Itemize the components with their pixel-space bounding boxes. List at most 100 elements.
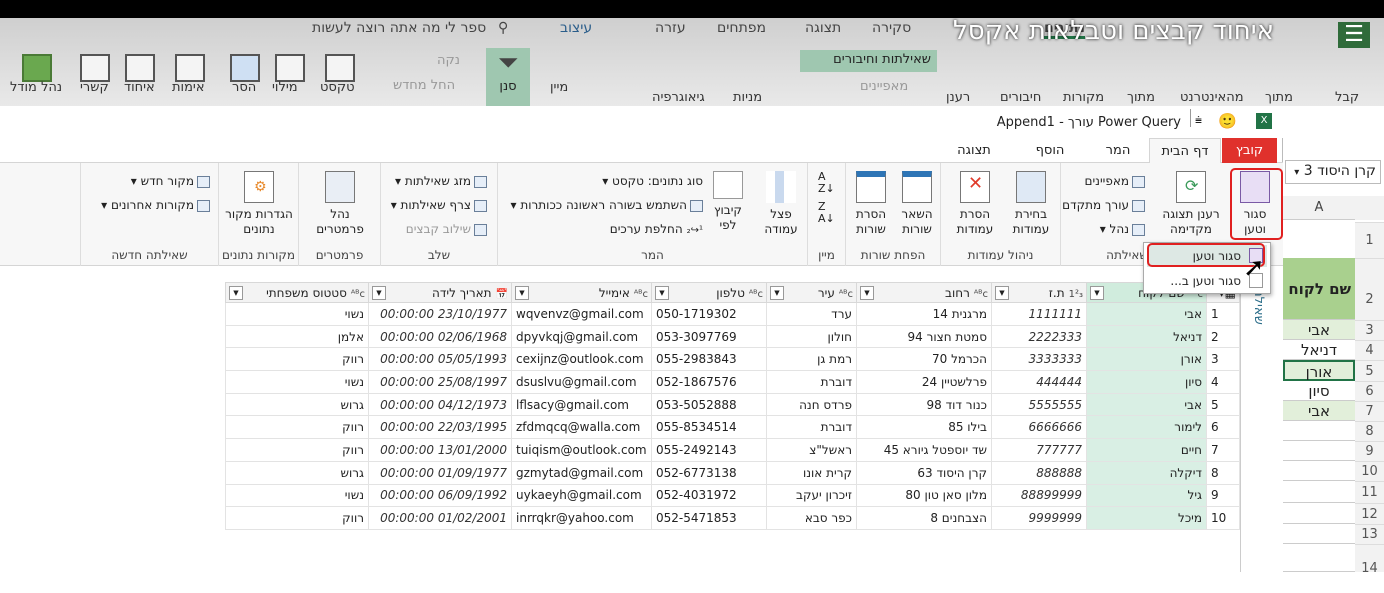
- sort-ascending-icon[interactable]: A Z↓: [818, 171, 835, 195]
- column-header[interactable]: ᴬᴮc רחוב ▼: [856, 282, 992, 303]
- table-cell[interactable]: קרית אונו: [766, 460, 857, 485]
- table-cell[interactable]: לימור: [1086, 415, 1207, 440]
- row-number[interactable]: 9: [1206, 483, 1240, 508]
- advanced-editor-button[interactable]: עורך מתקדם: [1062, 198, 1145, 212]
- data-validation-button[interactable]: אימות: [172, 80, 205, 95]
- table-cell[interactable]: tuiqism@outlook.com: [511, 438, 652, 462]
- cell-a[interactable]: [1283, 544, 1355, 572]
- table-cell[interactable]: 777777: [991, 438, 1087, 462]
- cell-a[interactable]: שם לקוח: [1283, 258, 1355, 320]
- table-cell[interactable]: רווק: [225, 438, 369, 462]
- table-cell[interactable]: ערד: [766, 302, 857, 326]
- filter-dropdown-icon[interactable]: ▼: [770, 285, 784, 300]
- table-cell[interactable]: סיון: [1086, 370, 1207, 394]
- table-cell[interactable]: 444444: [991, 370, 1087, 394]
- table-cell[interactable]: מיכל: [1086, 506, 1207, 530]
- row-number[interactable]: 7: [1206, 438, 1240, 462]
- select-all-corner[interactable]: [1355, 196, 1384, 220]
- append-queries-button[interactable]: צרף שאילתות ▾: [391, 198, 487, 212]
- combine-files-button[interactable]: שילוב קבצים: [406, 222, 487, 236]
- filter-dropdown-icon[interactable]: ▼: [515, 285, 529, 300]
- table-cell[interactable]: wqvenvz@gmail.com: [511, 302, 652, 326]
- cell-a[interactable]: דניאל: [1283, 340, 1355, 360]
- row-header[interactable]: 5: [1355, 360, 1384, 381]
- data-source-settings-button[interactable]: ⚙ הגדרות מקור נתונים: [223, 171, 295, 237]
- table-cell[interactable]: 052-6773138: [651, 460, 767, 485]
- table-cell[interactable]: דוברת: [766, 415, 857, 440]
- table-cell[interactable]: הצבחנים 8: [856, 506, 992, 530]
- existing-connections-button[interactable]: חיבורים: [1000, 90, 1041, 105]
- refresh-preview-button[interactable]: ⟳ רענן תצוגה מקדימה: [1156, 171, 1226, 237]
- table-cell[interactable]: רווק: [225, 415, 369, 440]
- from-text-button[interactable]: מתוך: [1265, 90, 1293, 105]
- type-icon-abc[interactable]: ᴬᴮc: [974, 289, 988, 300]
- table-cell[interactable]: 05/05/1993 00:00:00: [368, 347, 512, 372]
- replace-values-button[interactable]: ¹↪₂ החלפת ערכים: [610, 222, 703, 236]
- column-header[interactable]: ᴬᴮc אימייל ▼: [511, 282, 652, 303]
- manage-parameters-button[interactable]: נהל פרמטרים: [305, 171, 375, 237]
- table-cell[interactable]: דוברת: [766, 370, 857, 394]
- keep-rows-button[interactable]: השאר שורות: [896, 171, 938, 237]
- column-header[interactable]: ᴬᴮc עיר ▼: [766, 282, 857, 303]
- column-header[interactable]: 1²₃ ת.ז ▼: [991, 282, 1087, 303]
- recent-sources-button[interactable]: מקורות: [1063, 90, 1104, 105]
- table-cell[interactable]: 01/02/2001 00:00:00: [368, 506, 512, 530]
- get-data-button[interactable]: קבל: [1335, 90, 1359, 105]
- table-cell[interactable]: גיל: [1086, 483, 1207, 508]
- table-cell[interactable]: ראשל"צ: [766, 438, 857, 462]
- clear-button[interactable]: נקה: [437, 53, 460, 68]
- table-cell[interactable]: דניאל: [1086, 324, 1207, 349]
- type-icon-abc[interactable]: ᴬᴮc: [634, 289, 648, 300]
- filter-dropdown-icon[interactable]: ▼: [860, 285, 874, 300]
- recent-sources-button[interactable]: מקורות אחרונים ▾: [101, 198, 210, 212]
- table-cell[interactable]: אבי: [1086, 392, 1207, 417]
- excel-tab-design[interactable]: עיצוב: [560, 20, 592, 36]
- row-header[interactable]: 14: [1355, 544, 1384, 576]
- row-number[interactable]: 5: [1206, 392, 1240, 417]
- name-box[interactable]: קרן היסוד 3 ▾: [1285, 160, 1381, 184]
- table-cell[interactable]: dpyvkqj@gmail.com: [511, 324, 652, 349]
- cell-a[interactable]: אורן: [1283, 360, 1355, 381]
- table-cell[interactable]: דיקלה: [1086, 460, 1207, 485]
- tab-transform[interactable]: המר: [1093, 138, 1143, 163]
- manage-model-button[interactable]: נהל מודל: [10, 80, 62, 95]
- table-cell[interactable]: כפר סבא: [766, 506, 857, 530]
- type-icon-abc[interactable]: ᴬᴮc: [351, 289, 365, 300]
- stocks-button[interactable]: מניות: [733, 90, 762, 105]
- flash-fill-button[interactable]: מילוי: [272, 80, 298, 95]
- table-cell[interactable]: שד יוספטל גיורא 45: [856, 438, 992, 462]
- smiley-feedback-icon[interactable]: 🙂: [1218, 112, 1237, 130]
- table-cell[interactable]: 888888: [991, 460, 1087, 485]
- table-cell[interactable]: 053-3097769: [651, 324, 767, 349]
- table-cell[interactable]: רמת גן: [766, 347, 857, 372]
- type-icon-datetime[interactable]: 📅: [496, 289, 508, 300]
- row-header[interactable]: 13: [1355, 524, 1384, 544]
- consolidate-button[interactable]: איחוד: [124, 80, 155, 95]
- excel-tab-help[interactable]: עזרה: [655, 20, 686, 36]
- table-cell[interactable]: גרוש: [225, 460, 369, 485]
- remove-columns-button[interactable]: ✕ הסרת עמודות: [949, 171, 1001, 237]
- table-cell[interactable]: 13/01/2000 00:00:00: [368, 438, 512, 462]
- excel-tab-view[interactable]: תצוגה: [805, 20, 841, 36]
- data-type-dropdown[interactable]: סוג נתונים: טקסט ▾: [602, 174, 703, 188]
- table-cell[interactable]: inrrqkr@yahoo.com: [511, 506, 652, 530]
- refresh-all-button[interactable]: רענן: [946, 90, 970, 105]
- text-to-columns-button[interactable]: טקסט: [320, 80, 355, 95]
- column-header-a[interactable]: A: [1283, 196, 1355, 220]
- table-cell[interactable]: 04/12/1973 00:00:00: [368, 392, 512, 417]
- menu-icon[interactable]: ☰: [1338, 22, 1370, 48]
- tell-me-search[interactable]: ספר לי מה אתה רוצה לעשות: [312, 20, 486, 36]
- excel-tab-review[interactable]: סקירה: [872, 20, 911, 36]
- type-icon-abc[interactable]: ᴬᴮc: [839, 289, 853, 300]
- table-cell[interactable]: 25/08/1997 00:00:00: [368, 370, 512, 394]
- row-number[interactable]: 1: [1206, 302, 1240, 326]
- properties-button[interactable]: מאפיינים: [1085, 174, 1145, 188]
- row-header[interactable]: 9: [1355, 441, 1384, 461]
- queries-connections-button[interactable]: שאילתות וחיבורים: [800, 50, 937, 72]
- sort-descending-icon[interactable]: Z A↓: [818, 201, 835, 225]
- tab-home[interactable]: דף הבית: [1149, 138, 1221, 163]
- table-cell[interactable]: קרן היסוד 63: [856, 460, 992, 485]
- cell-a[interactable]: אבי: [1283, 320, 1355, 340]
- row-number[interactable]: 2: [1206, 324, 1240, 349]
- tab-file[interactable]: קובץ: [1222, 138, 1277, 163]
